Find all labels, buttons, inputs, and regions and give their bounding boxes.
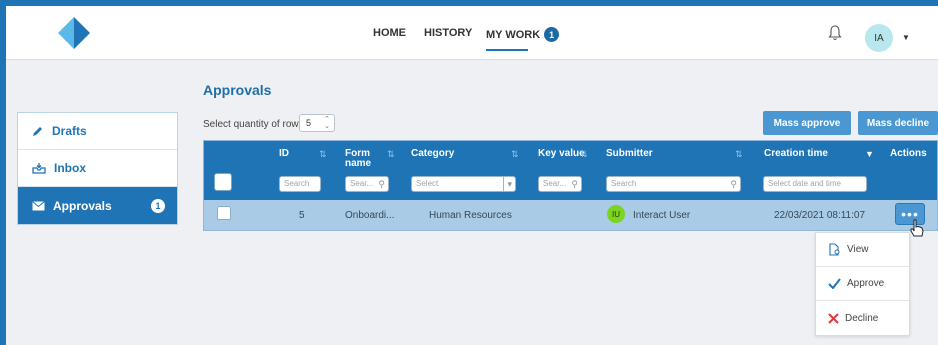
filter-placeholder: Sear... xyxy=(543,179,567,188)
col-header-creation-time[interactable]: Creation time xyxy=(764,149,828,159)
sort-desc-icon[interactable]: ▼ xyxy=(865,149,874,159)
sidebar-item-inbox[interactable]: Inbox xyxy=(18,150,177,187)
sidebar-item-label: Inbox xyxy=(54,161,86,175)
filter-form-name-input[interactable]: Sear... ⚲ xyxy=(345,176,389,192)
cell-form-name: Onboardi... xyxy=(345,210,395,221)
page-title: Approvals xyxy=(203,82,272,98)
col-header-submitter[interactable]: Submitter xyxy=(606,149,653,159)
search-icon: ⚲ xyxy=(378,179,385,189)
menu-item-label: View xyxy=(847,244,869,255)
checkmark-icon xyxy=(828,278,841,289)
mass-decline-button[interactable]: Mass decline xyxy=(858,111,938,135)
col-header-id[interactable]: ID xyxy=(279,149,289,159)
sort-icon[interactable]: ⇅ xyxy=(511,149,519,160)
menu-item-decline[interactable]: Decline xyxy=(816,301,909,335)
filter-submitter-input[interactable]: Search ⚲ xyxy=(606,176,741,192)
col-header-category[interactable]: Category xyxy=(411,149,454,159)
hand-pointer-icon xyxy=(910,219,924,237)
nav-history[interactable]: HISTORY xyxy=(424,27,472,39)
col-header-form-name[interactable]: Form name xyxy=(345,149,375,169)
menu-item-label: Approve xyxy=(847,278,885,289)
filter-key-value-input[interactable]: Sear... ⚲ xyxy=(538,176,582,192)
nav-my-work-label: MY WORK xyxy=(486,28,541,41)
filter-id-input[interactable]: Search xyxy=(279,176,321,192)
table-row[interactable]: 5 Onboardi... Human Resources IU Interac… xyxy=(204,200,937,230)
sidebar-item-label: Drafts xyxy=(52,124,87,138)
chevron-down-icon[interactable]: ▼ xyxy=(902,33,910,42)
top-header: HOME HISTORY MY WORK 1 IA ▼ xyxy=(6,6,938,60)
cell-category: Human Resources xyxy=(429,210,512,221)
sort-icon[interactable]: ⇅ xyxy=(735,149,743,160)
sidebar: Drafts Inbox Approvals 1 xyxy=(17,112,178,225)
menu-item-approve[interactable]: Approve xyxy=(816,267,909,301)
cell-submitter: Interact User xyxy=(633,210,691,221)
col-header-key-value[interactable]: Key value xyxy=(538,149,585,159)
approvals-count-badge: 1 xyxy=(151,198,165,213)
menu-item-view[interactable]: View xyxy=(816,233,909,267)
approvals-table: ID ⇅ Search Form name ⇅ Sear... ⚲ Categor… xyxy=(203,140,938,231)
filter-category-select[interactable]: Select ▾ xyxy=(411,176,516,192)
filter-placeholder: Search xyxy=(611,179,637,188)
inbox-icon xyxy=(32,163,46,174)
rows-quantity-stepper[interactable]: 5 ⌃ ⌄ xyxy=(299,114,335,132)
cell-creation-time: 22/03/2021 08:11:07 xyxy=(774,210,866,221)
active-tab-underline xyxy=(486,49,528,51)
bell-icon[interactable] xyxy=(828,24,842,42)
select-all-checkbox[interactable] xyxy=(214,173,232,191)
mass-approve-button[interactable]: Mass approve xyxy=(763,111,851,135)
sort-icon[interactable]: ⇅ xyxy=(387,149,395,160)
search-icon: ⚲ xyxy=(730,179,737,189)
table-header: ID ⇅ Search Form name ⇅ Sear... ⚲ Categor… xyxy=(204,141,937,200)
sort-icon[interactable]: ⇅ xyxy=(319,149,327,160)
sort-icon[interactable]: ⇅ xyxy=(580,149,588,160)
sidebar-item-label: Approvals xyxy=(53,198,112,213)
row-actions-menu: View Approve Decline xyxy=(815,232,910,336)
nav-my-work[interactable]: MY WORK 1 xyxy=(486,27,560,42)
chevron-down-icon: ▾ xyxy=(503,177,512,191)
envelope-icon xyxy=(32,200,45,210)
submitter-avatar: IU xyxy=(607,205,625,223)
stepper-arrows-icon[interactable]: ⌃ ⌄ xyxy=(324,116,330,130)
my-work-count-badge: 1 xyxy=(544,27,560,42)
sidebar-item-approvals[interactable]: Approvals 1 xyxy=(18,187,177,224)
close-icon xyxy=(828,312,839,324)
menu-item-label: Decline xyxy=(845,312,879,324)
rows-quantity-label: Select quantity of rows: xyxy=(203,119,307,130)
filter-placeholder: Select xyxy=(416,179,439,188)
cell-id: 5 xyxy=(299,210,305,221)
user-avatar[interactable]: IA xyxy=(865,24,893,52)
app-logo-icon[interactable] xyxy=(56,15,92,51)
sidebar-item-drafts[interactable]: Drafts xyxy=(18,113,177,150)
row-checkbox[interactable] xyxy=(217,206,231,220)
rows-quantity-value: 5 xyxy=(306,118,312,128)
filter-creation-time-input[interactable]: Select date and time xyxy=(763,176,867,192)
filter-placeholder: Sear... xyxy=(350,179,374,188)
nav-home[interactable]: HOME xyxy=(373,27,406,39)
document-view-icon xyxy=(829,243,840,256)
search-icon: ⚲ xyxy=(571,179,578,189)
col-header-actions: Actions xyxy=(890,148,927,159)
pencil-icon xyxy=(33,127,42,136)
